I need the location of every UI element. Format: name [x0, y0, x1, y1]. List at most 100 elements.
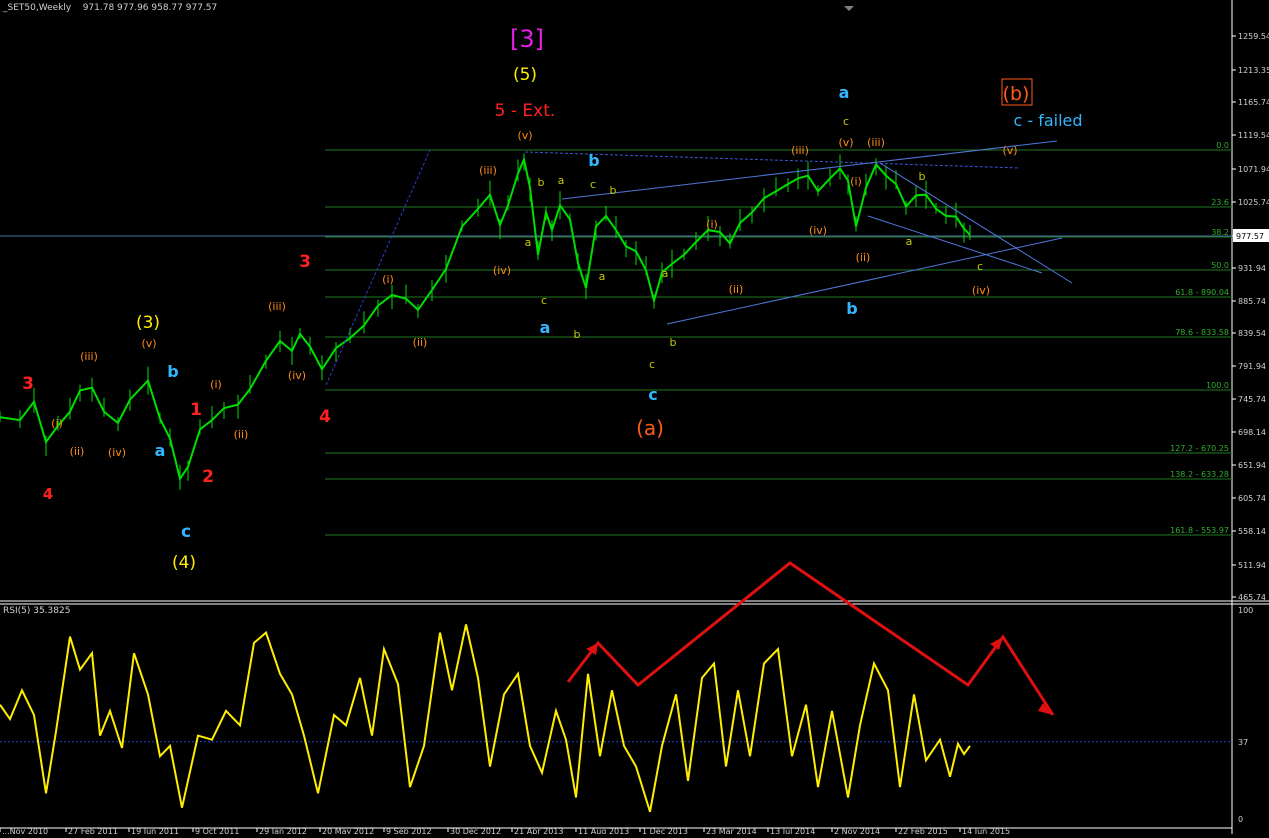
wave-label: b: [610, 184, 617, 197]
time-tick-label: 11 Aug 2013: [578, 827, 629, 834]
wave-label: b: [670, 336, 677, 349]
wave-label: 3: [22, 374, 34, 394]
price-tick-label: 605.74: [1238, 494, 1266, 503]
wave-label: c: [181, 522, 191, 542]
price-tick-label: 511.94: [1238, 561, 1266, 570]
fib-level-label: 23.6: [1211, 198, 1229, 207]
wave-label: a: [540, 318, 551, 337]
time-tick-label: 1 Dec 2013: [642, 827, 688, 834]
time-tick-label: 20 May 2012: [322, 827, 374, 834]
arrow-head-icon: [990, 637, 1003, 650]
price-tick-label: 1213.35: [1238, 66, 1269, 75]
wave-label: c - failed: [1013, 111, 1082, 130]
fib-level-label: 138.2 - 633.28: [1170, 470, 1229, 479]
wave-label: (5): [513, 65, 537, 85]
wave-label: (a): [636, 416, 664, 440]
time-tick-label: 14 Jun 2015: [962, 827, 1010, 834]
wave-label: (i): [850, 175, 862, 188]
wave-label: 2: [202, 467, 214, 487]
wave-label: (v): [517, 129, 532, 142]
wave-label: (i): [51, 417, 63, 430]
wave-label: (ii): [729, 283, 744, 296]
fib-level-label: 78.6 - 833.58: [1175, 328, 1229, 337]
rsi-divergence-path: [566, 561, 1055, 716]
wave-label: (iv): [809, 224, 827, 237]
time-tick-label: 13 Jul 2014: [770, 827, 815, 834]
wave-label: a: [155, 441, 166, 460]
fib-level-label: 161.8 - 553.97: [1170, 526, 1229, 535]
wave-label: [3]: [510, 25, 544, 53]
wave-label: (b): [1003, 83, 1030, 105]
wave-label: b: [538, 176, 545, 189]
price-tick-label: 931.94: [1238, 264, 1266, 273]
wave-label: 4: [43, 485, 53, 503]
wave-label: (4): [172, 553, 196, 573]
time-tick-label: 22 Feb 2015: [898, 827, 948, 834]
chart-window: 1259.54 1213.35 1165.74 1119.54 1071.94 1025.…: [0, 0, 1269, 836]
wave-label: 5 - Ext.: [495, 101, 556, 121]
wave-label: a: [525, 236, 532, 249]
rsi-title: RSI(5) 35.3825: [3, 606, 71, 616]
wave-label: (i): [210, 378, 222, 391]
wave-label: (iv): [493, 264, 511, 277]
wave-label: (iv): [972, 284, 990, 297]
price-tick-label: 1165.74: [1238, 98, 1269, 107]
current-price-value: 977.57: [1236, 232, 1264, 241]
price-tick-label: 839.54: [1238, 329, 1266, 338]
fib-level-label: 50.0: [1211, 261, 1229, 270]
wave-label: (ii): [413, 336, 428, 349]
wave-label: (ii): [856, 251, 871, 264]
wave-label: a: [599, 270, 606, 283]
rsi-scale-top: 100: [1238, 606, 1253, 615]
wedge-lower: [867, 215, 1043, 274]
time-tick-label: 9 Sep 2012: [386, 827, 432, 834]
wave-label: (iii): [80, 350, 98, 363]
time-tick-label: 29 Jan 2012: [259, 827, 307, 834]
rsi-level-label: 37: [1238, 738, 1248, 747]
wave-label: b: [574, 328, 581, 341]
rsi-series-line: [0, 624, 971, 813]
time-tick-label: 19 Jun 2011: [131, 827, 179, 834]
rsi-scale-bottom: 0: [1238, 815, 1243, 824]
wave-label: c: [649, 358, 655, 371]
wave-label: (iii): [479, 164, 497, 177]
wave-label: (iii): [791, 144, 809, 157]
wave-label: (v): [838, 136, 853, 149]
wave-label: c: [541, 294, 547, 307]
wave-label: (v): [141, 337, 156, 350]
wave-label: (iv): [288, 369, 306, 382]
price-tick-label: 1119.54: [1238, 131, 1269, 140]
fib-level-label: 127.2 - 670.25: [1170, 444, 1229, 453]
wave-label: c: [977, 260, 983, 273]
price-tick-label: 791.94: [1238, 362, 1266, 371]
fib-level-label: 100.0: [1206, 381, 1229, 390]
wave-label: c: [843, 115, 849, 128]
wave-label: a: [839, 83, 850, 102]
chart-header: _SET50,Weekly 971.78 977.96 958.77 977.5…: [3, 3, 217, 13]
wave-label: (iv): [108, 446, 126, 459]
wave-label: (i): [382, 273, 394, 286]
price-tick-label: 745.74: [1238, 395, 1266, 404]
time-tick-label: 30 Dec 2012: [450, 827, 501, 834]
symbol-label: _SET50,Weekly: [3, 3, 72, 13]
fib-level-label: 61.8 - 890.04: [1175, 288, 1229, 297]
wave-label: 4: [319, 407, 331, 427]
wave-label: b: [919, 170, 926, 183]
time-tick-label: 27 Feb 2011: [68, 827, 118, 834]
wave-label: (ii): [70, 445, 85, 458]
price-tick-label: 558.14: [1238, 527, 1266, 536]
wave-label: b: [588, 151, 599, 170]
price-tick-label: 1071.94: [1238, 165, 1269, 174]
fib-level-label: 0.0: [1216, 141, 1229, 150]
wave-label: (ii): [234, 428, 249, 441]
scroll-marker-icon: [844, 6, 854, 11]
time-tick-label: 23 Mar 2014: [706, 827, 757, 834]
price-tick-label: 465.74: [1238, 593, 1266, 602]
wave-label: b: [846, 299, 857, 318]
wave-label: (iii): [867, 136, 885, 149]
wave-label: (i): [706, 218, 718, 231]
wave-label: (v): [1002, 144, 1017, 157]
wave-label: c: [590, 178, 596, 191]
wave-label: a: [558, 174, 565, 187]
price-tick-label: 885.74: [1238, 297, 1266, 306]
